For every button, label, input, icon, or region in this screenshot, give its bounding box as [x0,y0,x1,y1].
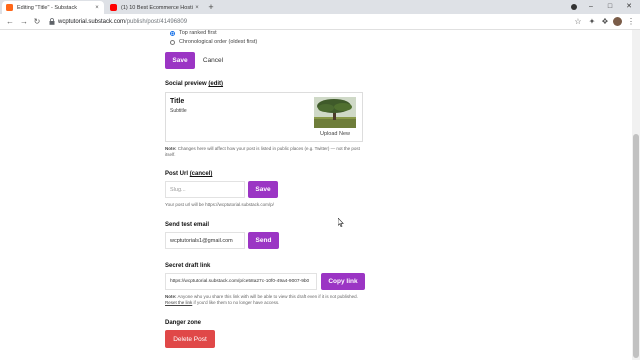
danger-zone-heading: Danger zone [165,320,202,326]
tab-title: Editing "Title" - Substack [17,4,77,11]
address-bar[interactable]: wcptutorial.substack.com/publish/post/41… [58,17,187,27]
save-slug-button[interactable]: Save [248,181,278,198]
mouse-cursor-icon [338,218,344,227]
edit-social-preview-link[interactable]: (edit) [208,81,223,87]
radio-unchecked-icon[interactable] [170,39,175,45]
lock-icon [49,18,55,25]
preview-image [314,97,356,128]
tab-substack-editor[interactable]: Editing "Title" - Substack × [2,1,104,14]
note-tail: if you'd like them to no longer have acc… [192,300,280,305]
page-scrollbar[interactable] [632,30,640,360]
preview-title: Title [170,98,185,105]
cancel-post-url-link[interactable]: (cancel) [190,171,213,177]
radio-label: Top ranked first [179,30,217,36]
tab-close-icon[interactable]: × [193,5,201,11]
save-button[interactable]: Save [165,52,195,69]
note-label: Note: [165,294,177,299]
note-text: Changes here will affect how your post i… [165,146,360,157]
tab-title: (1) 10 Best Ecommerce Hosting ... [121,4,193,11]
cancel-button[interactable]: Cancel [199,52,227,69]
social-preview-card: Title Subtitle Upload New [165,92,363,142]
sort-option-top-ranked[interactable]: Top ranked first [170,30,217,36]
social-preview-label: Social preview [165,81,207,87]
substack-favicon-icon [6,4,13,11]
send-test-email-heading: Send test email [165,222,210,228]
draft-link-input[interactable]: https://wcptutorial.substack.com/p/ce58a… [165,273,317,290]
reset-link[interactable]: Reset the link [165,300,192,305]
post-url-label: Post Url [165,171,189,177]
radio-label: Chronological order (oldest first) [179,39,258,45]
forward-button[interactable]: → [19,17,29,27]
radio-checked-icon[interactable] [170,30,175,36]
send-test-email-button[interactable]: Send [248,232,279,249]
reload-button[interactable]: ↻ [32,17,42,27]
youtube-favicon-icon [110,4,117,11]
preview-subtitle: Subtitle [170,108,187,114]
upload-new-button[interactable]: Upload New [310,131,360,137]
tab-youtube[interactable]: (1) 10 Best Ecommerce Hosting ... × [106,1,204,14]
new-tab-button[interactable]: + [206,2,216,12]
close-window-button[interactable]: ✕ [622,1,636,13]
extensions-icon[interactable]: ✦ [587,17,597,27]
star-icon[interactable]: ☆ [573,17,583,27]
post-url-heading: Post Url (cancel) [165,171,212,177]
social-preview-note: Note: Changes here will affect how your … [165,146,370,158]
draft-link-note: Note: Anyone who you share this link wit… [165,294,370,306]
url-path: /publish/post/41496809 [125,19,188,25]
sort-option-chronological[interactable]: Chronological order (oldest first) [170,39,257,45]
scrollbar-thumb[interactable] [633,134,639,358]
minimize-button[interactable]: – [584,1,598,13]
menu-kebab-icon[interactable]: ⋮ [627,17,635,27]
social-preview-heading: Social preview (edit) [165,81,223,87]
puzzle-icon[interactable]: ❖ [600,17,610,27]
url-host: wcptutorial.substack.com [58,19,126,25]
note-label: Note: [165,146,177,151]
page-content: Top ranked first Chronological order (ol… [0,30,632,360]
slug-input[interactable]: Slug... [165,181,245,198]
test-email-input[interactable]: wcptutorials1@gmail.com [165,232,245,249]
maximize-button[interactable]: □ [603,1,617,13]
delete-post-button[interactable]: Delete Post [165,330,215,348]
secret-draft-link-heading: Secret draft link [165,263,211,269]
profile-avatar[interactable] [613,17,622,26]
record-indicator-icon [571,4,577,10]
browser-toolbar: ← → ↻ wcptutorial.substack.com/publish/p… [0,14,640,30]
tab-close-icon[interactable]: × [93,5,101,11]
browser-tab-bar: Editing "Title" - Substack × (1) 10 Best… [0,0,640,14]
note-text: Anyone who you share this link with will… [176,294,358,299]
back-button[interactable]: ← [5,17,15,27]
copy-link-button[interactable]: Copy link [321,273,365,290]
post-url-helper: Your post url will be https://wcptutoria… [165,202,274,207]
